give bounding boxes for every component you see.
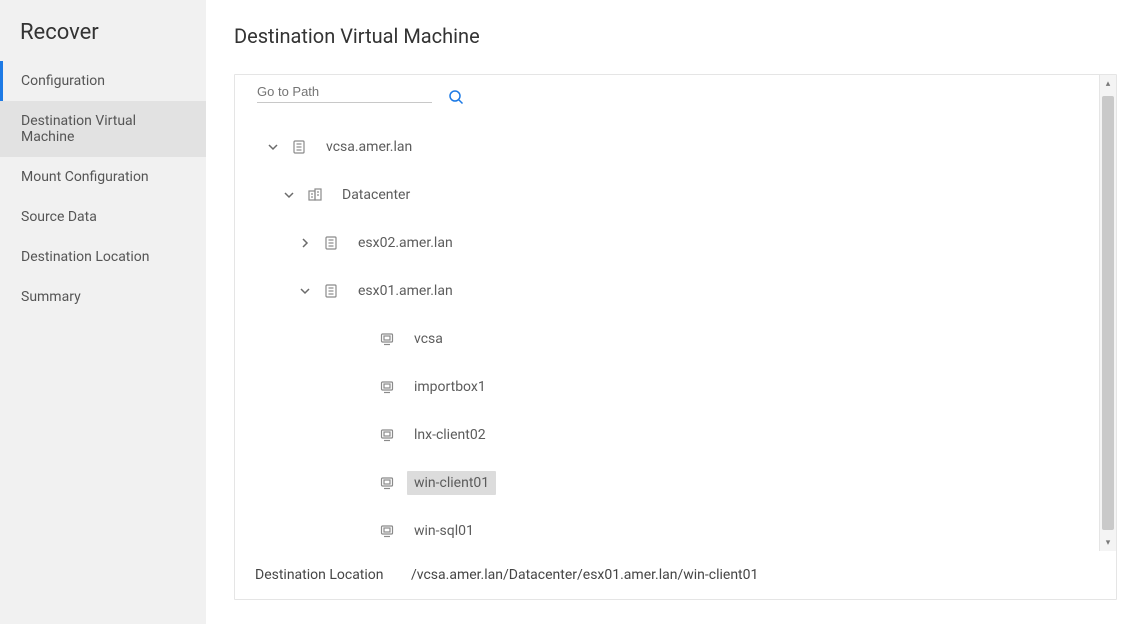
tree-row[interactable]: vcsa.amer.lan (251, 123, 1100, 171)
sidebar-item-destination-location[interactable]: Destination Location (0, 237, 206, 277)
sidebar-title: Recover (0, 20, 206, 61)
tree-row[interactable]: win-sql01 (251, 507, 1100, 551)
host-icon (323, 235, 339, 251)
vm-icon (379, 523, 395, 539)
scroll-thumb[interactable] (1102, 96, 1114, 530)
scrollbar[interactable]: ▴ ▾ (1099, 75, 1116, 551)
sidebar-item-destination-virtual-machine[interactable]: Destination Virtual Machine (0, 101, 206, 157)
vm-icon (379, 427, 395, 443)
datacenter-icon (307, 187, 323, 203)
vm-icon (379, 379, 395, 395)
scroll-up-arrow[interactable]: ▴ (1100, 75, 1117, 92)
tree-node-label[interactable]: esx02.amer.lan (351, 231, 460, 255)
tree-node-label[interactable]: esx01.amer.lan (351, 279, 460, 303)
tree-node-label[interactable]: win-client01 (407, 471, 496, 495)
tree-row[interactable]: Datacenter (251, 171, 1100, 219)
vm-icon (379, 331, 395, 347)
sidebar: Recover ConfigurationDestination Virtual… (0, 0, 206, 624)
destination-location-label: Destination Location (255, 567, 384, 583)
chevron-down-icon[interactable] (277, 189, 301, 201)
tree-node-label[interactable]: win-sql01 (407, 519, 481, 543)
tree-node-label[interactable]: importbox1 (407, 375, 493, 399)
tree-row[interactable]: esx02.amer.lan (251, 219, 1100, 267)
host-icon (323, 283, 339, 299)
scroll-down-arrow[interactable]: ▾ (1100, 534, 1117, 551)
chevron-right-icon[interactable] (293, 237, 317, 249)
search-row (257, 85, 1100, 109)
sidebar-item-configuration[interactable]: Configuration (0, 61, 206, 101)
vcenter-icon (291, 139, 307, 155)
tree-row[interactable]: vcsa (251, 315, 1100, 363)
tree-container: vcsa.amer.lan Datacenter esx02.amer.lan esx… (235, 75, 1116, 551)
destination-footer: Destination Location /vcsa.amer.lan/Data… (235, 551, 1116, 599)
sidebar-item-summary[interactable]: Summary (0, 277, 206, 317)
tree-row[interactable]: win-client01 (251, 459, 1100, 507)
destination-panel: vcsa.amer.lan Datacenter esx02.amer.lan esx… (234, 74, 1117, 600)
tree-node-label[interactable]: vcsa (407, 327, 450, 351)
tree-node-label[interactable]: lnx-client02 (407, 423, 493, 447)
tree-row[interactable]: lnx-client02 (251, 411, 1100, 459)
search-input[interactable] (257, 81, 432, 103)
page-title: Destination Virtual Machine (234, 24, 1127, 48)
vm-tree: vcsa.amer.lan Datacenter esx02.amer.lan esx… (251, 123, 1100, 551)
sidebar-nav: ConfigurationDestination Virtual Machine… (0, 61, 206, 317)
sidebar-item-mount-configuration[interactable]: Mount Configuration (0, 157, 206, 197)
tree-node-label[interactable]: Datacenter (335, 183, 417, 207)
vm-icon (379, 475, 395, 491)
destination-location-value: /vcsa.amer.lan/Datacenter/esx01.amer.lan… (411, 567, 758, 583)
scroll-track[interactable] (1100, 92, 1116, 534)
tree-node-label[interactable]: vcsa.amer.lan (319, 135, 419, 159)
main-content: Destination Virtual Machine vcsa.amer.la… (206, 0, 1127, 624)
chevron-down-icon[interactable] (261, 141, 285, 153)
chevron-down-icon[interactable] (293, 285, 317, 297)
tree-body: vcsa.amer.lan Datacenter esx02.amer.lan esx… (235, 75, 1116, 551)
tree-row[interactable]: esx01.amer.lan (251, 267, 1100, 315)
sidebar-item-source-data[interactable]: Source Data (0, 197, 206, 237)
search-icon[interactable] (432, 85, 464, 109)
tree-row[interactable]: importbox1 (251, 363, 1100, 411)
